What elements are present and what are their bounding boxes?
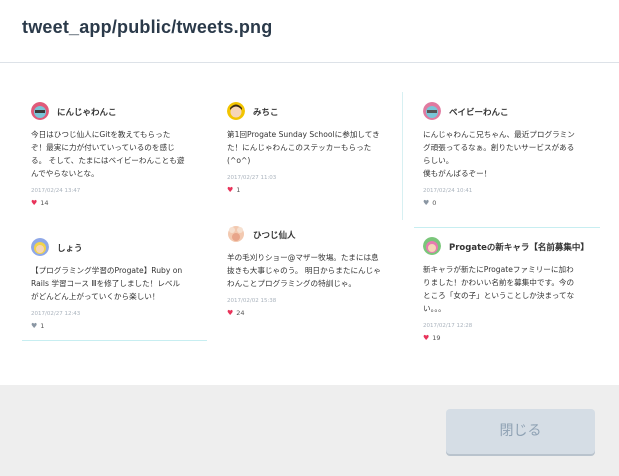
tweet-date: 2017/02/24 10:41 xyxy=(423,188,473,194)
tweet-text: 【プログラミング学習のProgate】Ruby on Rails 学習コース Ⅲ… xyxy=(31,264,182,303)
heart-icon[interactable]: ♥ xyxy=(423,334,429,342)
tweet-text-line: 【プログラミング学習のProgate】Ruby on xyxy=(31,266,183,275)
tweet-text-line: らしい。 xyxy=(423,156,454,165)
tweet-date: 2017/02/24 13:47 xyxy=(31,188,81,194)
tweet-card: ベイビーわんこ にんじゃわんこ兄ちゃん、最近プログラミン グ頑張ってるなぁ。創り… xyxy=(423,102,600,212)
avatar-shou xyxy=(31,238,49,256)
tweet-text-line: 羊の毛刈りショー@マザー牧場。たまには息 xyxy=(227,253,379,262)
tweet-text-line: んでやらないとな。 xyxy=(31,169,99,178)
like-count: 0 xyxy=(432,199,437,207)
tweet-text-line: わんことプログラミングの特訓じゃ。 xyxy=(227,279,356,288)
like-control[interactable]: ♥ 1 xyxy=(31,322,44,330)
like-count: 24 xyxy=(236,309,245,317)
tweet-card: しょう 【プログラミング学習のProgate】Ruby on Rails 学習コ… xyxy=(31,238,211,338)
tweet-card: ひつじ仙人 羊の毛刈りショー@マザー牧場。たまには息 抜きも大事じゃのう。 明日… xyxy=(227,225,402,325)
like-control[interactable]: ♥ 24 xyxy=(227,309,245,317)
tweet-card: Progateの新キャラ【名前募集中】 新キャラが新たにProgateファミリー… xyxy=(423,237,600,342)
like-control[interactable]: ♥ 14 xyxy=(31,199,49,207)
column-divider xyxy=(402,92,403,220)
tweet-date: 2017/02/02 15:38 xyxy=(227,298,277,304)
like-count: 19 xyxy=(432,334,441,342)
tweet-text-line: 今日はひつじ仙人にGitを教えてもらった xyxy=(31,130,171,139)
tweet-text-line: がどんどん上がっていくから楽しい！ xyxy=(31,292,160,301)
like-control[interactable]: ♥ 19 xyxy=(423,334,441,342)
tweet-card: みちこ 第1回Progate Sunday Schoolに参加してき た！にんじ… xyxy=(227,102,402,212)
tweet-text: 羊の毛刈りショー@マザー牧場。たまには息 抜きも大事じゃのう。 明日からまたにん… xyxy=(227,251,381,290)
tweet-user-name[interactable]: しょう xyxy=(57,242,83,254)
tweet-user-name[interactable]: にんじゃわんこ xyxy=(57,106,117,118)
tweet-text-line: グ頑張ってるなぁ。創りたいサービスがある xyxy=(423,143,575,152)
tweet-text-line: 僕もがんばるぞー！ xyxy=(423,169,492,178)
tweet-text-line: い。。。 xyxy=(423,304,446,313)
tweet-text: 第1回Progate Sunday Schoolに参加してき た！にんじゃわんこ… xyxy=(227,128,380,167)
tweet-user-name[interactable]: みちこ xyxy=(253,106,279,118)
like-control[interactable]: ♥ 0 xyxy=(423,199,436,207)
heart-icon[interactable]: ♥ xyxy=(31,199,37,207)
avatar-baby-wanko xyxy=(423,102,441,120)
like-count: 14 xyxy=(40,199,49,207)
tweet-text-line: (^o^) xyxy=(227,156,251,165)
tweet-user-name[interactable]: ひつじ仙人 xyxy=(253,229,296,241)
tweet-text-line: ぞ！最実に力が付いていっているのを感じ xyxy=(31,143,175,152)
tweet-card: にんじゃわんこ 今日はひつじ仙人にGitを教えてもらった ぞ！最実に力が付いてい… xyxy=(31,102,211,212)
tweet-user-name[interactable]: ベイビーわんこ xyxy=(449,106,509,118)
avatar-new-character xyxy=(423,237,441,255)
tweet-date: 2017/02/27 12:43 xyxy=(31,311,81,317)
heart-icon[interactable]: ♥ xyxy=(423,199,429,207)
tweet-text-line: 新キャラが新たにProgateファミリーに加わ xyxy=(423,265,574,274)
tweet-text-line: る。 そして、たまにはベイビーわんことも遊 xyxy=(31,156,185,165)
tweet-text-line: 第1回Progate Sunday Schoolに参加してき xyxy=(227,130,380,139)
tweet-text: 今日はひつじ仙人にGitを教えてもらった ぞ！最実に力が付いていっているのを感じ… xyxy=(31,128,184,180)
heart-icon[interactable]: ♥ xyxy=(31,322,37,330)
tweet-date: 2017/02/27 11:03 xyxy=(227,175,277,181)
tweets-image: にんじゃわんこ 今日はひつじ仙人にGitを教えてもらった ぞ！最実に力が付いてい… xyxy=(22,84,600,342)
tweet-date: 2017/02/17 12:28 xyxy=(423,323,473,329)
avatar-michiko xyxy=(227,102,245,120)
like-count: 1 xyxy=(40,322,45,330)
close-button[interactable]: 閉じる xyxy=(446,409,595,454)
like-count: 1 xyxy=(236,186,241,194)
tweet-text-line: にんじゃわんこ兄ちゃん、最近プログラミン xyxy=(423,130,575,139)
tweet-text: にんじゃわんこ兄ちゃん、最近プログラミン グ頑張ってるなぁ。創りたいサービスがあ… xyxy=(423,128,575,180)
modal-header: tweet_app/public/tweets.png xyxy=(0,0,619,63)
tweet-text-line: 抜きも大事じゃのう。 明日からまたにんじゃ xyxy=(227,266,381,275)
tweet-text-line: Rails 学習コース Ⅲを修了しました！レベル xyxy=(31,279,181,288)
heart-icon[interactable]: ♥ xyxy=(227,186,233,194)
tweet-text-line: りました！かわいい名前を募集中です。今の xyxy=(423,278,575,287)
tweet-user-name[interactable]: Progateの新キャラ【名前募集中】 xyxy=(449,241,589,253)
tweet-text-line: ところ「女の子」ということしか決まってな xyxy=(423,291,575,300)
modal-title: tweet_app/public/tweets.png xyxy=(22,17,273,37)
tweet-text-line: た！にんじゃわんこのステッカーもらった xyxy=(227,143,372,152)
avatar-hitsuji-sennin xyxy=(227,225,245,243)
tweet-text: 新キャラが新たにProgateファミリーに加わ りました！かわいい名前を募集中で… xyxy=(423,263,574,315)
avatar-ninja-wanko xyxy=(31,102,49,120)
row-divider xyxy=(22,340,207,341)
row-divider xyxy=(414,227,600,228)
heart-icon[interactable]: ♥ xyxy=(227,309,233,317)
like-control[interactable]: ♥ 1 xyxy=(227,186,240,194)
